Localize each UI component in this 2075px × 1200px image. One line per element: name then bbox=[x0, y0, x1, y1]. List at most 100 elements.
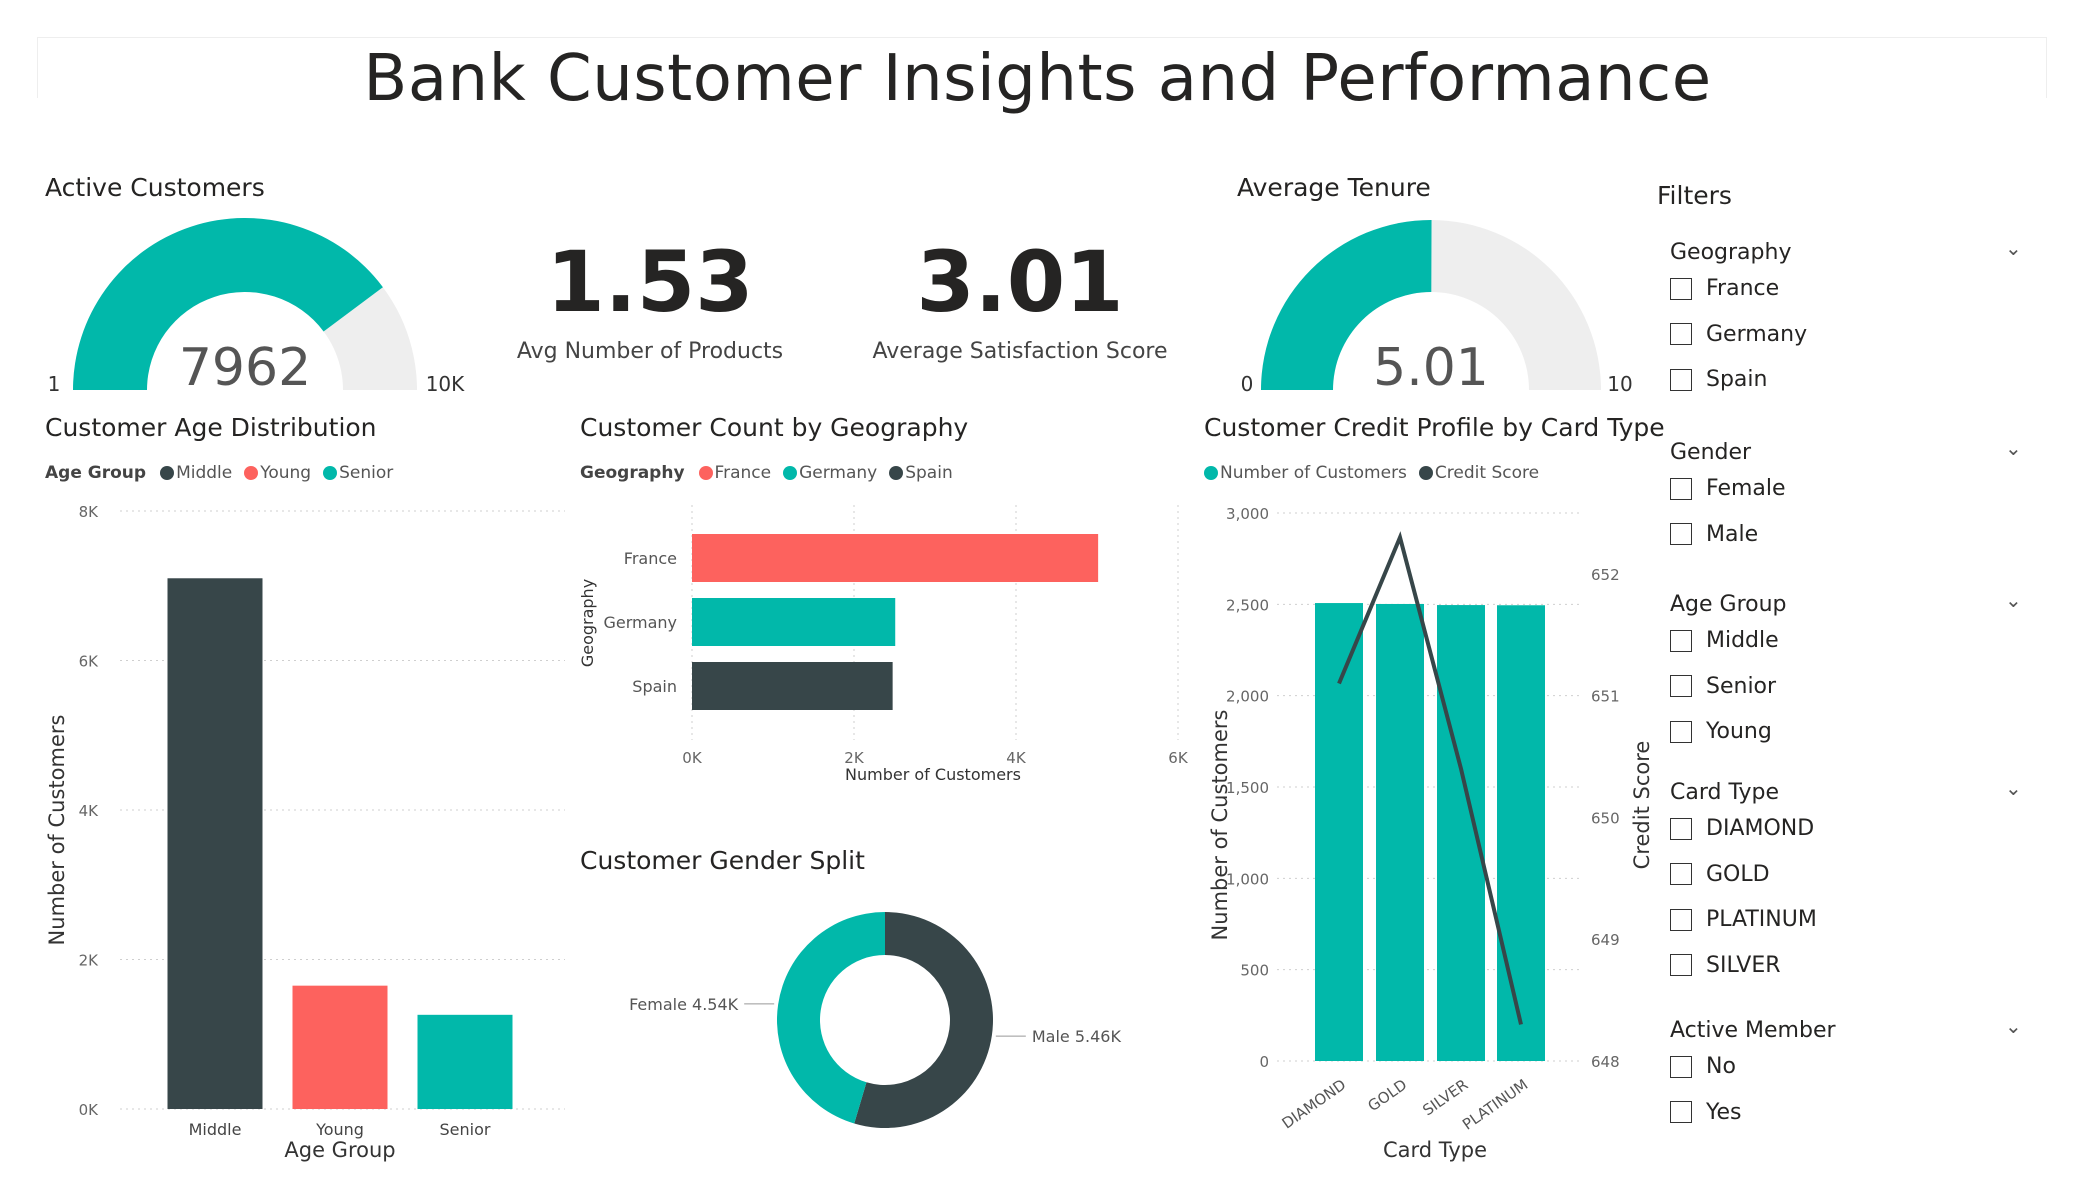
filter-group-geography: Geography bbox=[1670, 240, 1792, 265]
average-tenure-title: Average Tenure bbox=[1237, 173, 1431, 202]
x-tick-label: 2K bbox=[844, 749, 865, 767]
bar-middle bbox=[167, 578, 263, 1109]
filter-option-label: Male bbox=[1706, 521, 1759, 547]
geo-chart-legend: Geography France Germany Spain bbox=[580, 463, 959, 483]
filter-option-label: Female bbox=[1706, 476, 1786, 501]
filter-option-male[interactable]: Male bbox=[1670, 522, 1758, 547]
chevron-down-icon[interactable]: ⌄ bbox=[2005, 436, 2022, 460]
checkbox[interactable] bbox=[1670, 1055, 1692, 1078]
y-tick-label: France bbox=[624, 549, 677, 568]
checkbox[interactable] bbox=[1670, 277, 1692, 300]
gender-chart-title: Customer Gender Split bbox=[580, 846, 865, 875]
filter-option-label: SILVER bbox=[1706, 952, 1781, 978]
filter-option-senior[interactable]: Senior bbox=[1670, 674, 1776, 699]
y-axis-title: Number of Customers bbox=[1208, 710, 1232, 941]
slice-label: Female 4.54K bbox=[629, 995, 739, 1014]
filter-option-label: Senior bbox=[1706, 673, 1777, 699]
filter-option-no[interactable]: No bbox=[1670, 1054, 1736, 1079]
y-tick-label: 0K bbox=[79, 1101, 100, 1119]
checkbox[interactable] bbox=[1670, 368, 1692, 391]
chevron-down-icon[interactable]: ⌄ bbox=[2005, 1014, 2022, 1038]
card-combo-chart: Number of Customers Credit Score Card Ty… bbox=[1208, 505, 1654, 1162]
filter-group-gender: Gender bbox=[1670, 440, 1752, 465]
bar-france bbox=[692, 534, 1099, 582]
avg-products-value: 1.53 bbox=[546, 233, 754, 331]
checkbox[interactable] bbox=[1670, 523, 1692, 545]
filter-option-label: France bbox=[1706, 276, 1780, 301]
gauge-max: 10 bbox=[1607, 372, 1632, 395]
checkbox[interactable] bbox=[1670, 675, 1692, 697]
y2-tick-label: 649 bbox=[1591, 931, 1620, 949]
legend-title: Geography bbox=[580, 463, 685, 483]
filter-option-yes[interactable]: Yes bbox=[1670, 1100, 1742, 1125]
legend-item-senior[interactable]: Senior bbox=[323, 463, 393, 483]
checkbox[interactable] bbox=[1670, 863, 1692, 885]
x-tick-label: GOLD bbox=[1364, 1076, 1410, 1116]
bar-senior bbox=[417, 1014, 513, 1109]
legend-item-credit-score[interactable]: Credit Score bbox=[1418, 463, 1539, 483]
filter-option-germany[interactable]: Germany bbox=[1670, 322, 1807, 347]
filter-option-diamond[interactable]: DIAMOND bbox=[1670, 816, 1814, 841]
active-customers-gauge[interactable]: 7962 1 10K bbox=[40, 205, 490, 395]
x-tick-label: SILVER bbox=[1419, 1076, 1471, 1120]
legend-item-young[interactable]: Young bbox=[244, 463, 311, 483]
age-chart-title: Customer Age Distribution bbox=[45, 413, 377, 442]
x-tick-label: 4K bbox=[1006, 749, 1027, 767]
filter-option-young[interactable]: Young bbox=[1670, 719, 1772, 744]
checkbox[interactable] bbox=[1670, 323, 1692, 345]
gauge-max: 10K bbox=[426, 372, 465, 395]
bar-diamond bbox=[1315, 603, 1363, 1061]
checkbox[interactable] bbox=[1670, 720, 1692, 743]
y-tick-label: Spain bbox=[632, 677, 677, 696]
gauge-value: 5.01 bbox=[1373, 338, 1489, 395]
legend-item-germany[interactable]: Germany bbox=[783, 463, 877, 483]
legend-item-france[interactable]: France bbox=[698, 463, 771, 483]
y2-tick-label: 652 bbox=[1591, 566, 1620, 584]
y-tick-label: 4K bbox=[79, 802, 100, 820]
avg-products-label: Avg Number of Products bbox=[516, 339, 784, 364]
age-chart-legend: Age Group Middle Young Senior bbox=[45, 463, 399, 483]
filter-option-spain[interactable]: Spain bbox=[1670, 367, 1767, 392]
checkbox[interactable] bbox=[1670, 629, 1692, 652]
checkbox[interactable] bbox=[1670, 477, 1692, 500]
filter-option-female[interactable]: Female bbox=[1670, 476, 1786, 501]
gauge-min: 1 bbox=[48, 372, 61, 395]
filter-option-silver[interactable]: SILVER bbox=[1670, 953, 1781, 978]
x-tick-label: Senior bbox=[440, 1120, 491, 1139]
slice-label: Male 5.46K bbox=[1032, 1027, 1122, 1046]
y2-axis-title: Credit Score bbox=[1630, 741, 1654, 870]
filter-option-gold[interactable]: GOLD bbox=[1670, 862, 1770, 887]
chevron-down-icon[interactable]: ⌄ bbox=[2005, 776, 2022, 800]
legend-item-middle[interactable]: Middle bbox=[160, 463, 232, 483]
filter-option-middle[interactable]: Middle bbox=[1670, 628, 1779, 653]
bar-germany bbox=[692, 598, 896, 646]
filter-group-active-member: Active Member bbox=[1670, 1018, 1836, 1043]
x-axis-title: Age Group bbox=[284, 1138, 395, 1162]
filter-option-label: Germany bbox=[1706, 321, 1808, 347]
checkbox[interactable] bbox=[1670, 954, 1692, 976]
filter-option-label: Young bbox=[1706, 719, 1772, 744]
legend-item-customers[interactable]: Number of Customers bbox=[1204, 463, 1407, 483]
age-bar-chart: Number of Customers Age Group 0K 2K 4K 6K 8K… bbox=[45, 503, 565, 1162]
card-chart-legend: Number of Customers Credit Score bbox=[1204, 463, 1545, 483]
chevron-down-icon[interactable]: ⌄ bbox=[2005, 588, 2022, 612]
avg-satisfaction-value: 3.01 bbox=[916, 233, 1124, 331]
y-axis-title: Number of Customers bbox=[45, 715, 69, 946]
y-tick-label: 0 bbox=[1259, 1053, 1269, 1071]
y2-tick-label: 648 bbox=[1591, 1053, 1620, 1071]
filter-option-label: GOLD bbox=[1706, 861, 1770, 887]
filter-group-age-group: Age Group bbox=[1670, 592, 1787, 617]
checkbox[interactable] bbox=[1670, 1101, 1692, 1123]
filter-option-france[interactable]: France bbox=[1670, 276, 1779, 301]
checkbox[interactable] bbox=[1670, 908, 1692, 931]
filter-option-label: Yes bbox=[1706, 1099, 1742, 1125]
chevron-down-icon[interactable]: ⌄ bbox=[2005, 236, 2022, 260]
legend-item-spain[interactable]: Spain bbox=[889, 463, 953, 483]
x-tick-label: 0K bbox=[682, 749, 703, 767]
checkbox[interactable] bbox=[1670, 817, 1692, 840]
filter-group-card-type: Card Type bbox=[1670, 780, 1779, 805]
average-tenure-gauge[interactable]: 5.01 0 10 bbox=[1225, 205, 1645, 395]
gauge-value: 7962 bbox=[179, 338, 311, 395]
filter-option-platinum[interactable]: PLATINUM bbox=[1670, 907, 1817, 932]
x-tick-label: PLATINUM bbox=[1459, 1076, 1531, 1134]
